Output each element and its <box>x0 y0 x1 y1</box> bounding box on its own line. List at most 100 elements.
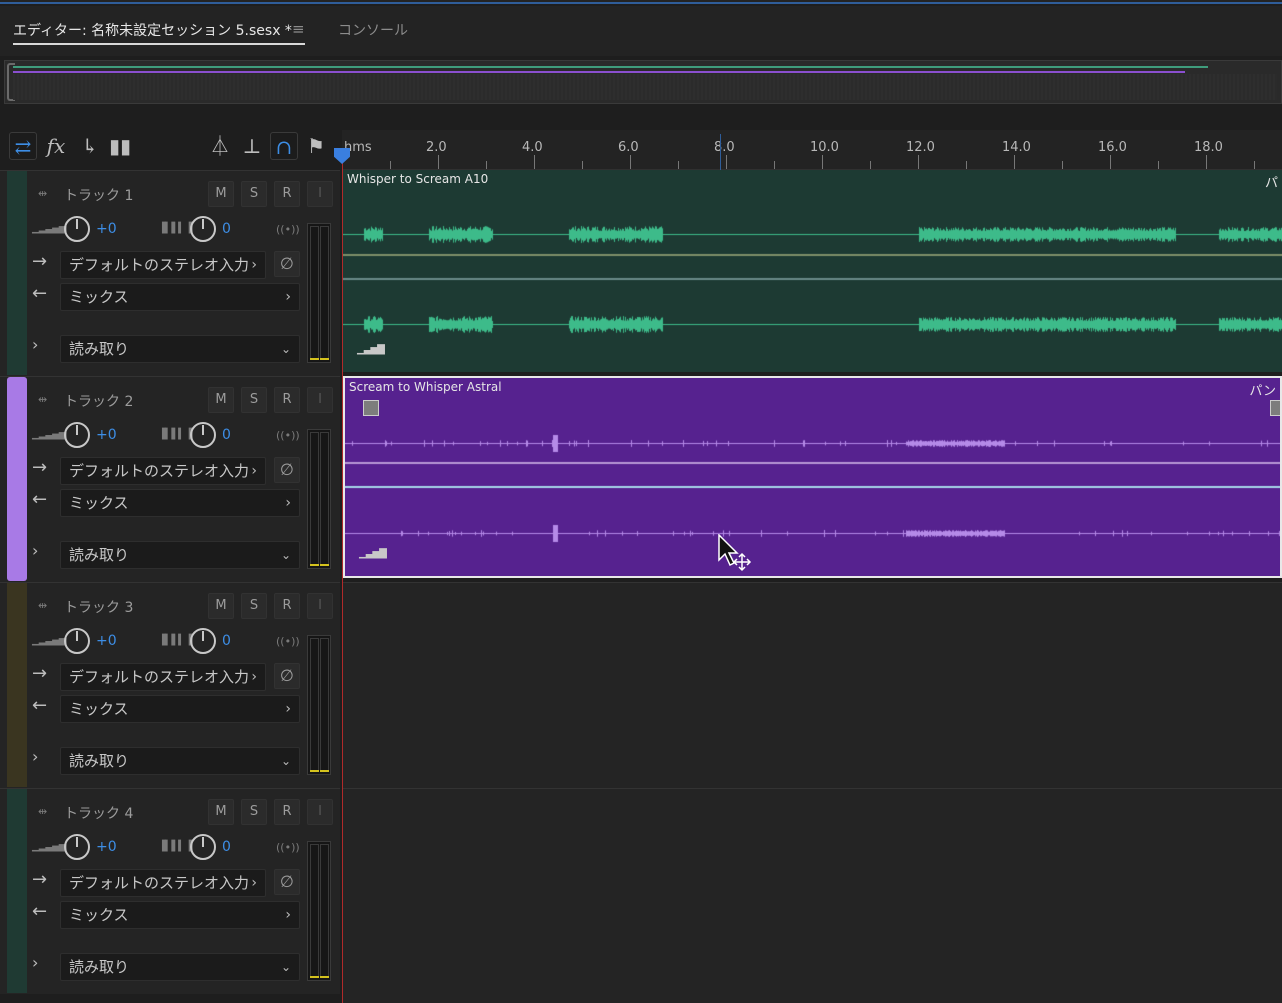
mute-button[interactable]: M <box>208 387 234 413</box>
volume-value[interactable]: +0 <box>96 427 117 443</box>
phase-invert-button[interactable]: ∅ <box>274 663 300 689</box>
input-select[interactable]: デフォルトのステレオ入力 › <box>60 251 266 279</box>
input-arrow-icon: → <box>32 663 48 684</box>
track-name[interactable]: トラック 2 <box>64 391 133 411</box>
record-arm-button[interactable]: R <box>274 593 300 619</box>
track-color-stripe[interactable] <box>7 377 27 581</box>
pan-knob[interactable] <box>190 216 216 242</box>
track-header-2[interactable]: ⇹ トラック 2 M S R I ▁▂▃▄▅ +0 ▐▍▌▍▐ 0 ((•)) … <box>0 376 340 582</box>
track-name[interactable]: トラック 1 <box>64 185 133 205</box>
pan-value[interactable]: 0 <box>222 633 231 649</box>
punch-icon[interactable]: ⊥ <box>238 132 266 160</box>
clip-gain-icon[interactable]: ▁▃▅▇ <box>357 344 385 355</box>
mute-button[interactable]: M <box>208 181 234 207</box>
stereo-icon[interactable]: ((•)) <box>276 635 300 648</box>
track-color-stripe[interactable] <box>7 789 27 993</box>
track-lane-3[interactable] <box>343 582 1282 788</box>
record-arm-button[interactable]: R <box>274 387 300 413</box>
phase-invert-button[interactable]: ∅ <box>274 457 300 483</box>
solo-button[interactable]: S <box>241 799 267 825</box>
expand-chevron-icon[interactable]: › <box>32 953 38 972</box>
pan-value[interactable]: 0 <box>222 839 231 855</box>
tab-editor[interactable]: エディター: 名称未設定セッション 5.sesx * <box>13 20 292 40</box>
input-arrow-icon: → <box>32 457 48 478</box>
track-color-stripe[interactable] <box>7 171 27 375</box>
automation-mode-select[interactable]: 読み取り ⌄ <box>60 335 300 363</box>
stereo-icon[interactable]: ((•)) <box>276 223 300 236</box>
volume-value[interactable]: +0 <box>96 221 117 237</box>
metronome-icon[interactable]: ⏃ <box>206 132 234 160</box>
marker-icon[interactable]: ⚑ <box>302 132 330 160</box>
automation-mode-select[interactable]: 読み取り ⌄ <box>60 953 300 981</box>
solo-button[interactable]: S <box>241 593 267 619</box>
input-monitor-button[interactable]: I <box>307 799 333 825</box>
expand-chevron-icon[interactable]: › <box>32 541 38 560</box>
volume-knob[interactable] <box>64 834 90 860</box>
ruler-label: 4.0 <box>522 140 543 155</box>
input-monitor-button[interactable]: I <box>307 593 333 619</box>
volume-knob[interactable] <box>64 422 90 448</box>
track-drag-icon[interactable]: ⇹ <box>38 599 47 612</box>
output-select[interactable]: ミックス › <box>60 489 300 517</box>
pan-value[interactable]: 0 <box>222 221 231 237</box>
ruler-label: 8.0 <box>714 140 735 155</box>
fx-icon[interactable]: fx <box>42 132 70 160</box>
phase-invert-button[interactable]: ∅ <box>274 251 300 277</box>
track-header-3[interactable]: ⇹ トラック 3 M S R I ▁▂▃▄▅ +0 ▐▍▌▍▐ 0 ((•)) … <box>0 582 340 788</box>
record-arm-button[interactable]: R <box>274 799 300 825</box>
panel-menu-icon[interactable]: ≡ <box>292 20 305 38</box>
playhead-line[interactable] <box>342 160 343 1003</box>
solo-button[interactable]: S <box>241 181 267 207</box>
swap-icon[interactable]: ⇄ <box>9 132 37 160</box>
pan-knob[interactable] <box>190 422 216 448</box>
expand-chevron-icon[interactable]: › <box>32 747 38 766</box>
record-arm-button[interactable]: R <box>274 181 300 207</box>
output-select[interactable]: ミックス › <box>60 695 300 723</box>
overview-range[interactable] <box>13 74 1277 100</box>
track-drag-icon[interactable]: ⇹ <box>38 187 47 200</box>
send-icon[interactable]: ↳ <box>76 132 104 160</box>
fade-in-handle[interactable] <box>363 400 379 416</box>
expand-chevron-icon[interactable]: › <box>32 335 38 354</box>
input-select[interactable]: デフォルトのステレオ入力 › <box>60 869 266 897</box>
clip-gain-icon[interactable]: ▁▃▅▇ <box>359 548 387 559</box>
track-header-1[interactable]: ⇹ トラック 1 M S R I ▁▂▃▄▅ +0 ▐▍▌▍▐ 0 ((•)) … <box>0 170 340 376</box>
session-overview-bar[interactable] <box>4 60 1282 104</box>
volume-value[interactable]: +0 <box>96 839 117 855</box>
automation-mode-select[interactable]: 読み取り ⌄ <box>60 747 300 775</box>
track-header-4[interactable]: ⇹ トラック 4 M S R I ▁▂▃▄▅ +0 ▐▍▌▍▐ 0 ((•)) … <box>0 788 340 994</box>
pan-value[interactable]: 0 <box>222 427 231 443</box>
track-color-stripe[interactable] <box>7 583 27 787</box>
solo-button[interactable]: S <box>241 387 267 413</box>
input-monitor-button[interactable]: I <box>307 181 333 207</box>
volume-value[interactable]: +0 <box>96 633 117 649</box>
automation-mode-select[interactable]: 読み取り ⌄ <box>60 541 300 569</box>
input-select[interactable]: デフォルトのステレオ入力 › <box>60 457 266 485</box>
move-cursor-icon <box>718 534 752 572</box>
audio-clip-1[interactable]: Whisper to Scream A10 パ ▁▃▅▇ <box>343 170 1282 372</box>
audio-clip-2[interactable]: Scream to Whisper Astral パン ▁▃▅▇ <box>343 376 1282 578</box>
output-select[interactable]: ミックス › <box>60 283 300 311</box>
volume-knob[interactable] <box>64 628 90 654</box>
snap-icon[interactable]: ∩ <box>270 132 298 160</box>
input-select[interactable]: デフォルトのステレオ入力 › <box>60 663 266 691</box>
eq-icon[interactable]: ▮▮ <box>106 132 134 160</box>
track-name[interactable]: トラック 4 <box>64 803 133 823</box>
track-drag-icon[interactable]: ⇹ <box>38 393 47 406</box>
tab-console[interactable]: コンソール <box>338 20 408 40</box>
track-drag-icon[interactable]: ⇹ <box>38 805 47 818</box>
mute-button[interactable]: M <box>208 799 234 825</box>
time-ruler[interactable]: hms 2.0 4.0 6.0 8.0 10.0 12.0 14.0 16.0 18.0 <box>342 130 1282 170</box>
fade-out-handle[interactable] <box>1270 400 1280 416</box>
volume-knob[interactable] <box>64 216 90 242</box>
mute-button[interactable]: M <box>208 593 234 619</box>
phase-invert-button[interactable]: ∅ <box>274 869 300 895</box>
pan-knob[interactable] <box>190 834 216 860</box>
stereo-icon[interactable]: ((•)) <box>276 841 300 854</box>
track-name[interactable]: トラック 3 <box>64 597 133 617</box>
output-select[interactable]: ミックス › <box>60 901 300 929</box>
track-lane-4[interactable] <box>343 788 1282 1003</box>
input-monitor-button[interactable]: I <box>307 387 333 413</box>
stereo-icon[interactable]: ((•)) <box>276 429 300 442</box>
pan-knob[interactable] <box>190 628 216 654</box>
